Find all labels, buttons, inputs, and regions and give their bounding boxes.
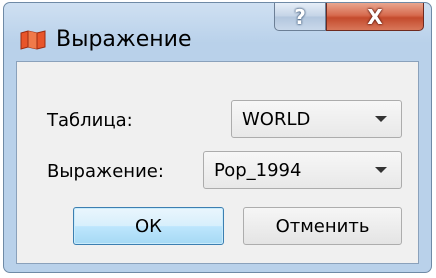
table-select-value: WORLD	[242, 109, 311, 130]
table-label: Таблица:	[47, 110, 133, 131]
dialog-body: Таблица: WORLD Выражение: Pop_1994 ОК От…	[16, 61, 419, 264]
chevron-down-icon	[375, 116, 387, 122]
chevron-down-icon	[375, 167, 387, 173]
ok-button-label: ОК	[135, 215, 162, 237]
expression-select-value: Pop_1994	[214, 160, 302, 181]
ok-button[interactable]: ОК	[73, 207, 224, 245]
close-icon: X	[367, 4, 383, 29]
expression-select[interactable]: Pop_1994	[203, 151, 402, 189]
dialog-window: Выражение ? X Таблица: WORLD Выражение: …	[3, 2, 432, 273]
cancel-button[interactable]: Отменить	[243, 207, 402, 245]
close-button[interactable]: X	[326, 3, 424, 31]
table-select[interactable]: WORLD	[231, 100, 402, 138]
cancel-button-label: Отменить	[275, 215, 370, 237]
help-icon: ?	[294, 4, 306, 29]
map-icon	[20, 30, 46, 50]
title-bar[interactable]: Выражение ? X	[4, 3, 431, 55]
help-button[interactable]: ?	[274, 3, 326, 31]
expression-label: Выражение:	[47, 161, 164, 182]
window-title: Выражение	[56, 27, 192, 52]
